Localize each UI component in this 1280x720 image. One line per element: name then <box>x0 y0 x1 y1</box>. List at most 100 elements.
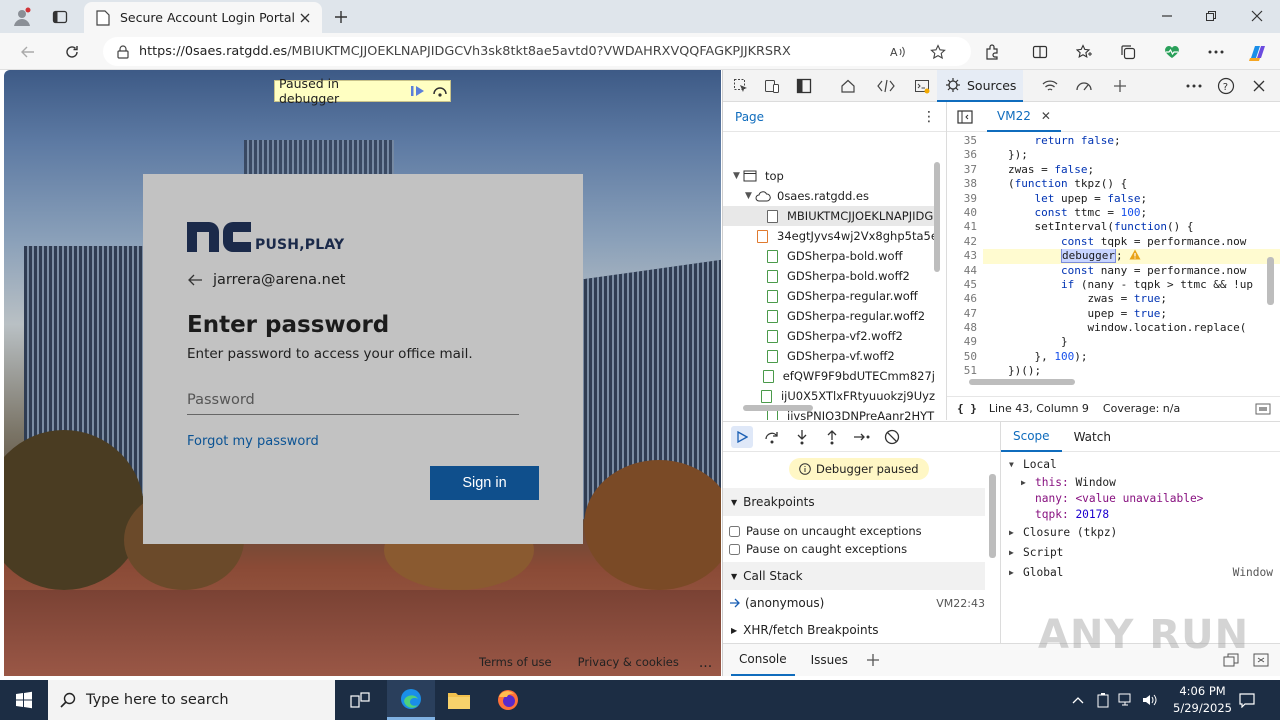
pause-caught-checkbox[interactable] <box>729 543 740 555</box>
navigator-scrollbar[interactable] <box>933 162 941 282</box>
tab-scope[interactable]: Scope <box>1001 422 1062 452</box>
step-over-icon[interactable] <box>430 82 450 100</box>
deactivate-breakpoints-icon[interactable] <box>881 426 903 448</box>
code-line[interactable]: 40 const ttmc = 100; <box>947 206 1280 220</box>
collections-icon[interactable] <box>1116 40 1140 64</box>
screenshot-icon[interactable] <box>1255 403 1271 415</box>
step-out-icon[interactable] <box>821 426 843 448</box>
xhr-section-header[interactable]: ▶ XHR/fetch Breakpoints <box>723 616 985 644</box>
close-file-icon[interactable]: ✕ <box>1041 109 1051 123</box>
notifications-icon[interactable] <box>1236 690 1258 710</box>
close-tab-icon[interactable] <box>294 7 316 29</box>
tab-issues[interactable]: Issues <box>803 644 856 676</box>
line-number[interactable]: 38 <box>947 177 983 191</box>
breakpoints-section-header[interactable]: ▼ Breakpoints <box>723 488 985 516</box>
settings-more-icon[interactable] <box>1204 40 1228 64</box>
welcome-home-icon[interactable] <box>837 76 859 96</box>
step-icon[interactable] <box>851 426 873 448</box>
step-over-next-icon[interactable] <box>761 426 783 448</box>
pretty-print-icon[interactable]: { } <box>957 402 977 415</box>
help-icon[interactable]: ? <box>1215 76 1237 96</box>
line-number[interactable]: 36 <box>947 148 983 162</box>
scope-this[interactable]: ▶ this: Window <box>1021 476 1280 490</box>
tab-vm22[interactable]: VM22 ✕ <box>987 102 1061 132</box>
code-line[interactable]: 35 return false; <box>947 134 1280 148</box>
elements-panel-icon[interactable] <box>875 76 897 96</box>
url-text[interactable]: https://0saes.ratgdd.es/MBIUKTMCJJOEKLNA… <box>139 44 869 59</box>
back-icon[interactable] <box>16 40 40 64</box>
task-view-icon[interactable] <box>336 680 384 720</box>
profile-icon[interactable] <box>10 5 34 29</box>
line-number[interactable]: 37 <box>947 163 983 177</box>
battery-icon[interactable] <box>1093 690 1113 710</box>
call-frame-row[interactable]: (anonymous) VM22:43 <box>729 596 985 610</box>
resume-icon[interactable] <box>408 82 428 100</box>
code-line[interactable]: 49 } <box>947 335 1280 349</box>
code-line[interactable]: 39 let upep = false; <box>947 192 1280 206</box>
performance-icon[interactable] <box>1160 40 1184 64</box>
pause-caught-option[interactable]: Pause on caught exceptions <box>729 542 907 556</box>
scope-script[interactable]: ▶ Script <box>1009 546 1273 560</box>
back-arrow-icon[interactable] <box>187 273 203 287</box>
code-line[interactable]: 51})(); <box>947 364 1280 378</box>
navigator-hscrollbar[interactable] <box>743 405 813 411</box>
start-windows-icon[interactable] <box>0 680 48 720</box>
tab-watch[interactable]: Watch <box>1062 422 1123 452</box>
tree-toggle-icon[interactable]: ▼ <box>745 191 755 201</box>
inspect-element-icon[interactable] <box>730 76 752 96</box>
line-number[interactable]: 42 <box>947 235 983 249</box>
sign-in-button[interactable]: Sign in <box>430 466 539 500</box>
navigator-item[interactable]: GDSherpa-regular.woff <box>723 286 935 306</box>
navigator-item[interactable]: ijU0X5XTlxFRtyuuokzj9Uyz <box>723 386 935 406</box>
read-aloud-icon[interactable]: A <box>887 41 909 63</box>
code-line[interactable]: 41 setInterval(function() { <box>947 220 1280 234</box>
debugger-sidebar-scrollbar[interactable] <box>989 474 996 558</box>
more-options-link[interactable]: ... <box>699 655 712 671</box>
code-line[interactable]: 42 const tqpk = performance.now <box>947 235 1280 249</box>
editor-hscrollbar[interactable] <box>969 379 1075 385</box>
line-number[interactable]: 40 <box>947 206 983 220</box>
paused-code-line[interactable]: 43 debugger; <box>947 249 1280 264</box>
taskbar-search[interactable]: Type here to search <box>48 680 335 720</box>
minimize-icon[interactable] <box>1155 4 1179 28</box>
code-line[interactable]: 44 const nany = performance.now <box>947 264 1280 278</box>
tab-page[interactable]: Page <box>735 110 764 124</box>
volume-icon[interactable] <box>1140 690 1160 710</box>
firefox-icon[interactable] <box>484 680 532 720</box>
code-line[interactable]: 50 }, 100); <box>947 350 1280 364</box>
code-line[interactable]: 48 window.location.replace( <box>947 321 1280 335</box>
add-drawer-tab-icon[interactable] <box>866 653 880 667</box>
dock-side-icon[interactable] <box>793 76 815 96</box>
navigator-more-icon[interactable]: ⋮ <box>922 109 936 125</box>
console-panel-icon[interactable] <box>911 76 933 96</box>
line-number[interactable]: 46 <box>947 292 983 306</box>
line-number[interactable]: 51 <box>947 364 983 378</box>
pause-uncaught-option[interactable]: Pause on uncaught exceptions <box>729 524 922 538</box>
line-number[interactable]: 35 <box>947 134 983 148</box>
edge-taskbar-icon[interactable] <box>387 680 435 720</box>
line-number[interactable]: 39 <box>947 192 983 206</box>
line-number[interactable]: 44 <box>947 264 983 278</box>
customize-devtools-icon[interactable] <box>1183 76 1205 96</box>
navigator-item[interactable]: ▼ 0saes.ratgdd.es <box>723 186 935 206</box>
new-tab-icon[interactable] <box>330 6 352 28</box>
close-drawer-icon[interactable] <box>1253 653 1269 667</box>
forgot-password-link[interactable]: Forgot my password <box>187 434 319 449</box>
favorites-icon[interactable] <box>1072 40 1096 64</box>
lock-icon[interactable] <box>117 44 129 59</box>
show-hidden-icons[interactable] <box>1068 690 1088 710</box>
line-number[interactable]: 50 <box>947 350 983 364</box>
terms-link[interactable]: Terms of use <box>479 655 552 671</box>
browser-tab[interactable]: Secure Account Login Portal <box>84 2 322 33</box>
resume-execution-icon[interactable] <box>731 425 753 448</box>
scope-tqpk[interactable]: tqpk: 20178 <box>1035 508 1280 521</box>
editor-vscrollbar[interactable] <box>1267 257 1274 305</box>
line-number[interactable]: 48 <box>947 321 983 335</box>
tab-console[interactable]: Console <box>731 644 795 676</box>
toggle-navigator-icon[interactable] <box>955 108 975 126</box>
code-line[interactable]: 45 if (nany - tqpk > ttmc && !up <box>947 278 1280 292</box>
extensions-icon[interactable] <box>980 40 1004 64</box>
navigator-item[interactable]: efQWF9F9bdUTECmm827j <box>723 366 935 386</box>
navigator-item[interactable]: GDSherpa-bold.woff2 <box>723 266 935 286</box>
more-tools-icon[interactable] <box>1109 76 1131 96</box>
